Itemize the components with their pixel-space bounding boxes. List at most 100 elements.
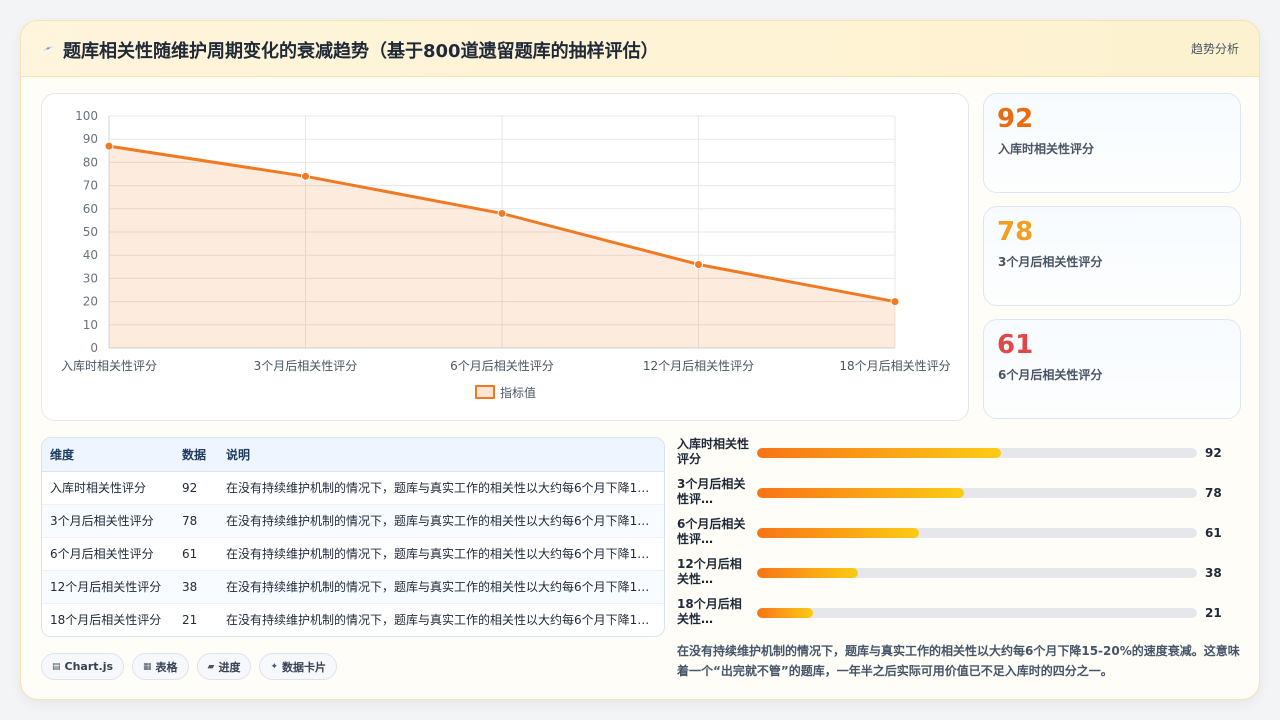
y-tick-label: 40 — [83, 248, 98, 262]
progress-row: 入库时相关性评分 92 — [675, 437, 1241, 471]
lightning-icon — [43, 46, 53, 51]
progress-row: 3个月后相关性评… 78 — [675, 477, 1241, 511]
y-tick-label: 100 — [75, 109, 98, 123]
progress-value: 92 — [1205, 446, 1222, 460]
cell-data: 92 — [174, 471, 218, 505]
data-point — [694, 259, 703, 269]
chip-label: 进度 — [218, 660, 241, 674]
data-point — [890, 297, 900, 307]
stat-value: 92 — [997, 104, 1034, 134]
x-tick-label: 18个月后相关性评分 — [839, 359, 950, 373]
progress-track — [757, 608, 1197, 618]
column-header-data: 数据 — [174, 438, 218, 472]
chip-table[interactable]: ▦ 表格 — [132, 653, 189, 680]
cell-data: 61 — [174, 537, 218, 571]
progress-value: 78 — [1205, 486, 1222, 500]
progress-label: 入库时相关性评分 — [677, 437, 750, 466]
cell-dimension: 入库时相关性评分 — [42, 471, 174, 505]
table-row: 12个月后相关性评分 38 在没有持续维护机制的情况下，题库与真实工作的相关性以… — [42, 570, 664, 604]
chip-label: 数据卡片 — [282, 660, 327, 674]
progress-value: 38 — [1205, 566, 1222, 580]
stat-label: 3个月后相关性评分 — [998, 255, 1103, 269]
page-title: 题库相关性随维护周期变化的衰减趋势（基于800道遗留题库的抽样评估） — [63, 41, 659, 62]
progress-track — [757, 528, 1197, 538]
progress-track — [757, 448, 1197, 458]
trend-analysis-tag[interactable]: 趋势分析 — [1191, 40, 1239, 57]
y-tick-label: 0 — [90, 341, 98, 355]
progress-bars: 入库时相关性评分 92 3个月后相关性评… 78 6个月后相关性评… 61 12… — [675, 437, 1241, 637]
stat-card-6-months: 61 6个月后相关性评分 — [983, 319, 1241, 419]
stat-card-3-months: 78 3个月后相关性评分 — [983, 206, 1241, 306]
cell-dimension: 6个月后相关性评分 — [42, 537, 174, 571]
table-header-row: 维度 数据 说明 — [42, 438, 664, 472]
y-tick-label: 60 — [83, 202, 98, 216]
chart-icon: ▤ — [52, 661, 61, 672]
data-table: 维度 数据 说明 入库时相关性评分 92 在没有持续维护机制的情况下，题库与真实… — [42, 438, 664, 636]
cell-dimension: 18个月后相关性评分 — [42, 603, 174, 636]
progress-track — [757, 568, 1197, 578]
legend-swatch — [475, 385, 495, 399]
progress-fill — [757, 488, 965, 498]
chip-progress[interactable]: ▰ 进度 — [196, 653, 252, 680]
table-row: 入库时相关性评分 92 在没有持续维护机制的情况下，题库与真实工作的相关性以大约… — [42, 471, 664, 505]
cell-description: 在没有持续维护机制的情况下，题库与真实工作的相关性以大约每6个月下降15-20%… — [218, 603, 664, 636]
y-tick-label: 80 — [83, 155, 98, 169]
progress-label: 12个月后相关性… — [677, 557, 742, 586]
line-chart: 0 10 20 30 40 50 60 70 80 90 100 入库时相关性评分 3个月后相关性评分 6… — [61, 109, 951, 400]
y-tick-label: 10 — [83, 318, 98, 332]
y-tick-label: 70 — [83, 179, 98, 193]
column-header-dimension: 维度 — [42, 438, 174, 472]
progress-value: 61 — [1205, 526, 1222, 540]
y-tick-label: 50 — [83, 225, 98, 239]
cell-data: 78 — [174, 504, 218, 538]
y-tick-label: 30 — [83, 271, 98, 285]
progress-label: 3个月后相关性评… — [677, 477, 746, 506]
progress-label: 6个月后相关性评… — [677, 517, 746, 546]
chip-chartjs[interactable]: ▤ Chart.js — [41, 653, 125, 680]
progress-icon: ▰ — [207, 661, 215, 672]
cell-description: 在没有持续维护机制的情况下，题库与真实工作的相关性以大约每6个月下降15-20%… — [218, 504, 664, 538]
stat-card-initial: 92 入库时相关性评分 — [983, 93, 1241, 193]
progress-fill — [757, 568, 858, 578]
cell-description: 在没有持续维护机制的情况下，题库与真实工作的相关性以大约每6个月下降15-20%… — [218, 537, 664, 571]
stat-label: 6个月后相关性评分 — [998, 368, 1103, 382]
dashboard-card: 题库相关性随维护周期变化的衰减趋势（基于800道遗留题库的抽样评估） 趋势分析 … — [20, 20, 1260, 700]
table-row: 18个月后相关性评分 21 在没有持续维护机制的情况下，题库与真实工作的相关性以… — [42, 603, 664, 636]
progress-row: 12个月后相关性… 38 — [675, 557, 1241, 591]
table-row: 6个月后相关性评分 61 在没有持续维护机制的情况下，题库与真实工作的相关性以大… — [42, 537, 664, 571]
data-point — [497, 208, 507, 218]
data-table-panel: 维度 数据 说明 入库时相关性评分 92 在没有持续维护机制的情况下，题库与真实… — [41, 437, 665, 637]
cell-data: 21 — [174, 603, 218, 636]
stat-value: 78 — [997, 217, 1034, 247]
cell-dimension: 12个月后相关性评分 — [42, 570, 174, 604]
chip-label: 表格 — [155, 660, 178, 674]
line-chart-panel: 0 10 20 30 40 50 60 70 80 90 100 入库时相关性评分 3个月后相关性评分 6… — [41, 93, 969, 421]
progress-row: 18个月后相关性… 21 — [675, 597, 1241, 631]
stat-value: 61 — [997, 330, 1034, 360]
x-tick-label: 6个月后相关性评分 — [450, 359, 554, 373]
data-point — [301, 171, 310, 181]
x-tick-label: 12个月后相关性评分 — [643, 359, 754, 373]
table-icon: ▦ — [143, 661, 152, 672]
progress-fill — [757, 528, 919, 538]
cell-data: 38 — [174, 570, 218, 604]
progress-fill — [757, 448, 1002, 458]
cell-description: 在没有持续维护机制的情况下，题库与真实工作的相关性以大约每6个月下降15-20%… — [218, 471, 664, 505]
feature-chips: ▤ Chart.js ▦ 表格 ▰ 进度 ✦ 数据卡片 — [41, 653, 338, 681]
cell-description: 在没有持续维护机制的情况下，题库与真实工作的相关性以大约每6个月下降15-20%… — [218, 570, 664, 604]
y-tick-label: 20 — [83, 295, 98, 309]
x-tick-label: 入库时相关性评分 — [61, 358, 157, 373]
chip-label: Chart.js — [64, 660, 114, 673]
x-tick-label: 3个月后相关性评分 — [254, 359, 358, 373]
summary-text: 在没有持续维护机制的情况下，题库与真实工作的相关性以大约每6个月下降15-20%… — [677, 644, 1240, 678]
progress-value: 21 — [1205, 606, 1222, 620]
legend-label: 指标值 — [500, 385, 536, 400]
progress-row: 6个月后相关性评… 61 — [675, 517, 1241, 551]
progress-label: 18个月后相关性… — [677, 597, 742, 626]
data-point — [104, 141, 114, 151]
chip-data-cards[interactable]: ✦ 数据卡片 — [259, 653, 338, 680]
cell-dimension: 3个月后相关性评分 — [42, 504, 174, 538]
sparkle-icon: ✦ — [270, 661, 279, 672]
header: 题库相关性随维护周期变化的衰减趋势（基于800道遗留题库的抽样评估） 趋势分析 — [21, 21, 1259, 77]
stat-label: 入库时相关性评分 — [998, 142, 1095, 156]
